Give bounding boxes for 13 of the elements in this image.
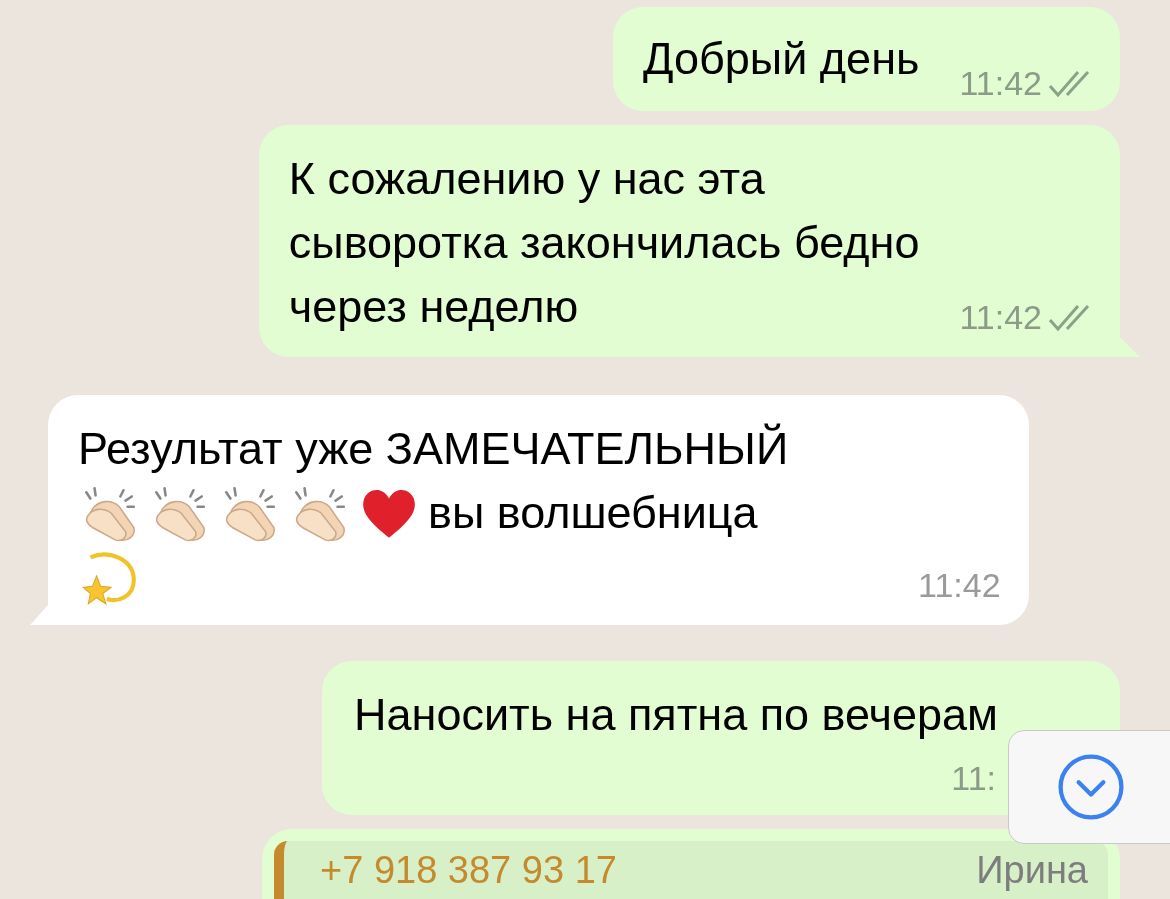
message-time: 11:42 [959,298,1042,337]
message-text: вы волшебница [428,486,758,540]
quoted-sender-phone: +7 918 387 93 17 [320,849,617,892]
message-text: Добрый день [643,32,920,86]
message-time: 11:42 [959,64,1042,103]
message-text: К сожалению у нас эта сыворотка закончилась бедно через неделю [288,152,920,334]
quoted-message[interactable]: +7 918 387 93 17 Ирина [274,841,1108,899]
quoted-sender-name: Ирина [976,849,1088,892]
message-time: 11:42 [918,566,1001,605]
message-text: Результат уже ЗАМЕЧАТЕЛЬНЫЙ [78,422,789,476]
message-text: Наносить на пятна по вечерам [354,688,998,742]
message-time: 11: [951,759,996,798]
scroll-down-button[interactable] [1008,730,1170,844]
